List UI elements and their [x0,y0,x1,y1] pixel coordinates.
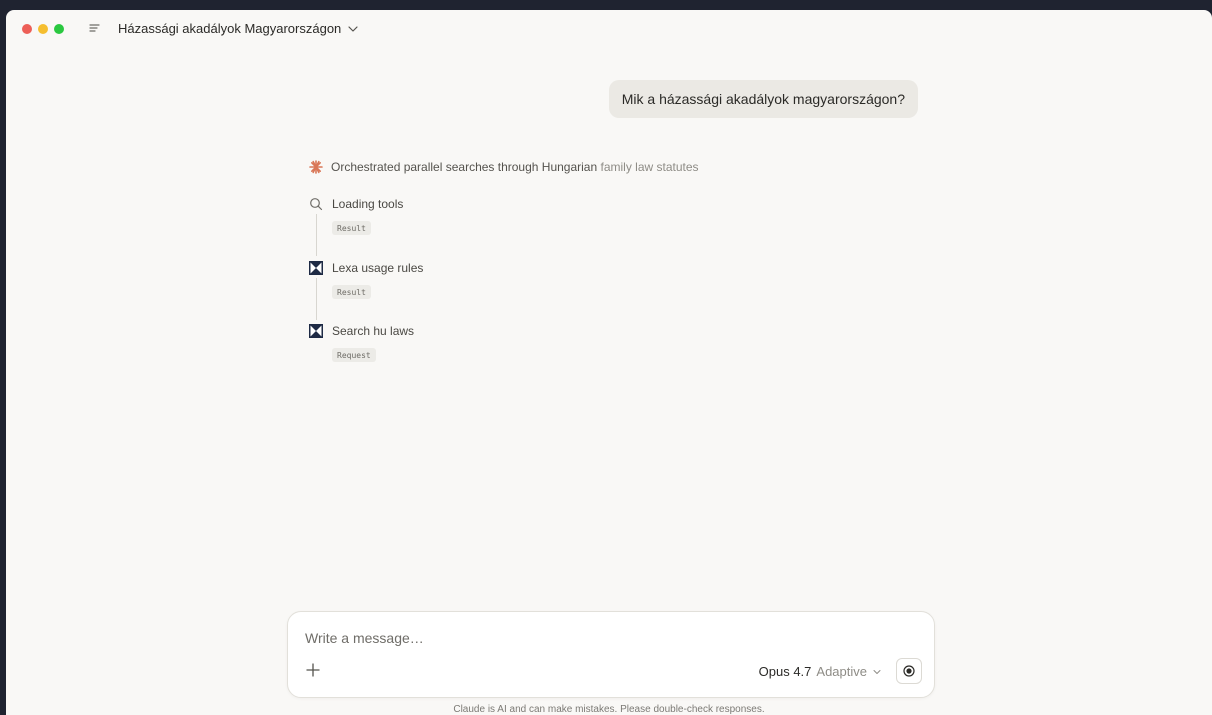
chevron-down-icon [348,25,358,32]
model-mode: Adaptive [816,664,867,679]
user-message-bubble: Mik a házassági akadályok magyarországon… [608,80,918,118]
maximize-window-button[interactable] [54,24,64,34]
conversation-title: Házassági akadályok Magyarországon [118,21,342,36]
step-label: Search hu laws [332,324,415,338]
search-icon [309,197,323,211]
close-window-button[interactable] [22,24,32,34]
title-bar: Házassági akadályok Magyarországon [6,10,1212,48]
step-connector [316,278,317,320]
plus-icon[interactable] [304,661,322,679]
model-selector[interactable]: Opus 4.7 Adaptive [759,664,882,679]
step-connector [316,214,317,256]
thinking-summary[interactable]: Orchestrated parallel searches through H… [309,160,699,174]
lexa-logo-icon [309,261,323,275]
thinking-summary-text-faded: family law statutes [600,160,699,174]
voice-mode-icon [903,665,915,677]
chevron-down-icon [873,669,881,674]
user-message-text: Mik a házassági akadályok magyarországon… [621,91,905,107]
lexa-logo-icon [309,324,323,338]
step-label: Lexa usage rules [332,261,424,275]
step-request-badge[interactable]: Request [332,348,376,362]
disclaimer-text: Claude is AI and can make mistakes. Plea… [453,704,765,715]
thinking-summary-text: Orchestrated parallel searches through H… [331,160,598,174]
step-result-badge[interactable]: Result [332,285,371,299]
message-input[interactable]: Write a message… [305,630,424,646]
menu-icon[interactable] [88,20,102,36]
app-window: Házassági akadályok Magyarországon Mik a… [6,10,1212,715]
minimize-window-button[interactable] [38,24,48,34]
conversation-title-dropdown[interactable]: Házassági akadályok Magyarországon [118,21,359,36]
tool-step-loading-tools[interactable]: Loading tools [309,197,403,211]
step-result-badge[interactable]: Result [332,221,371,235]
step-label: Loading tools [332,197,404,211]
model-name: Opus 4.7 [758,664,812,679]
tool-step-search-hu-laws[interactable]: Search hu laws [309,324,414,338]
voice-mode-button[interactable] [896,658,922,684]
message-composer: Write a message… Opus 4.7 Adaptive [287,611,935,698]
claude-spark-icon [309,160,323,174]
tool-step-lexa-usage-rules[interactable]: Lexa usage rules [309,261,423,275]
